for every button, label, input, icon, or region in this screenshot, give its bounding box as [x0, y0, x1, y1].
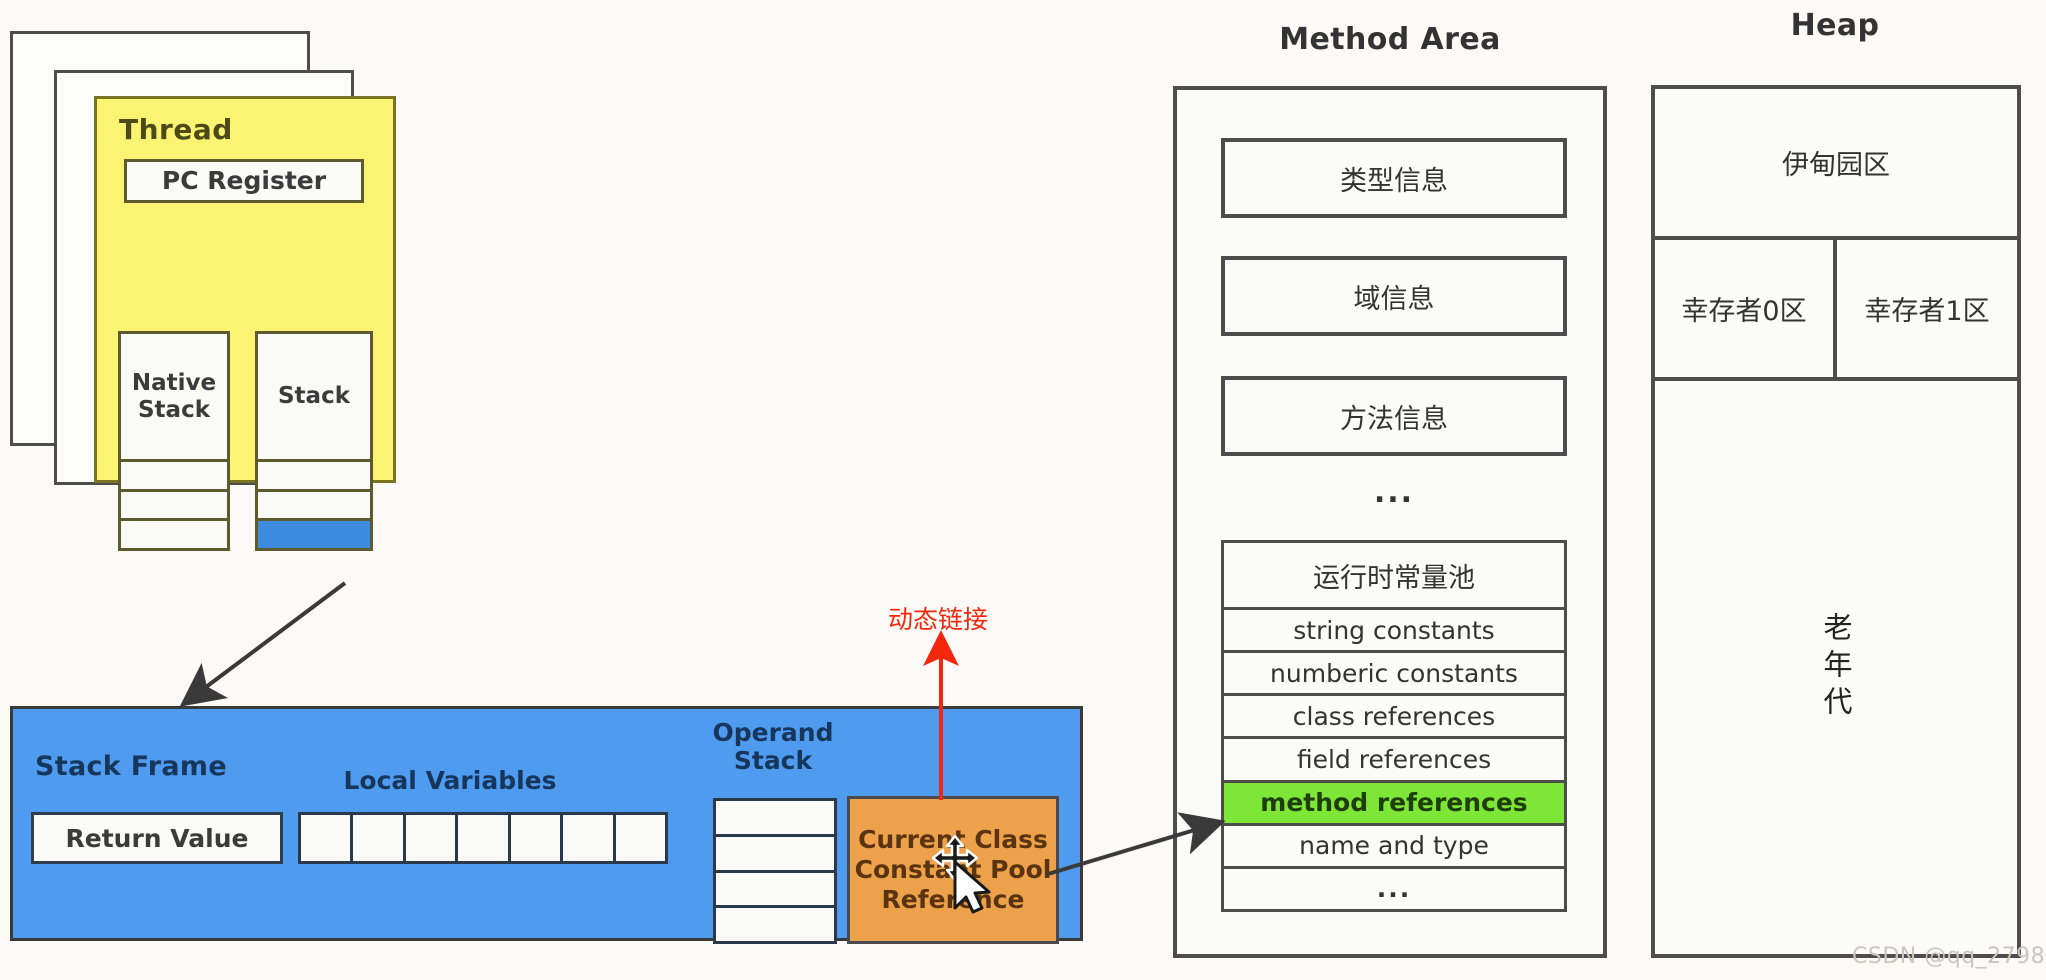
stack-frame-title: Stack Frame: [35, 751, 227, 782]
dynamic-link-annotation: 动态链接: [888, 605, 989, 634]
local-variable-slot: [301, 815, 354, 861]
csdn-watermark: CSDN @qq_27986857: [1852, 944, 2046, 969]
local-variable-slot: [405, 815, 459, 861]
operand-stack-cell: [716, 908, 834, 941]
constant-pool-row-name-and-type: name and type: [1224, 825, 1564, 869]
stack-cell-active: [258, 521, 370, 549]
method-area-item-label: 方法信息: [1340, 403, 1448, 435]
heap-survivor1-label: 幸存者1区: [1864, 296, 1990, 327]
heap-survivor1-cell: 幸存者1区: [1833, 236, 2021, 381]
current-class-constant-pool-reference-box: Current Class Constant Pool Reference: [847, 796, 1059, 944]
method-area-item-type-info: 类型信息: [1221, 138, 1567, 218]
stack-cell: [258, 462, 370, 492]
heap-eden-label: 伊甸园区: [1782, 150, 1890, 181]
method-area-item-field-info: 域信息: [1221, 256, 1567, 336]
local-variable-slot: [563, 815, 616, 861]
constant-pool-row-field-references: field references: [1224, 739, 1564, 783]
operand-stack-cell: [716, 836, 834, 873]
arrow-stack-to-frame: [179, 581, 347, 707]
stack-cell: [258, 491, 370, 522]
constant-pool-row-string-constants: string constants: [1224, 610, 1564, 654]
thread-box: Thread PC Register Native Stack Stack: [94, 96, 396, 551]
method-area-item-label: 域信息: [1353, 283, 1435, 315]
method-area-ellipsis: ...: [1373, 475, 1415, 510]
heap-survivor0-cell: 幸存者0区: [1651, 236, 1837, 381]
method-area-box: 类型信息 域信息 方法信息 ... 运行时常量池 string constant…: [1173, 86, 1607, 958]
pc-register-label: PC Register: [161, 165, 327, 195]
runtime-constant-pool-box: 运行时常量池 string constants numberic constan…: [1221, 540, 1567, 912]
local-variable-slot: [458, 815, 511, 861]
return-value-label: Return Value: [65, 823, 249, 853]
local-variables-slots: [298, 812, 668, 864]
operand-stack-label: Operand Stack: [712, 718, 834, 775]
stack-column: Stack: [255, 331, 373, 551]
stack-frame-box: Stack Frame Return Value Local Variables…: [10, 706, 1083, 944]
native-stack-label: Native Stack: [121, 334, 227, 462]
local-variables-label: Local Variables: [343, 766, 557, 795]
operand-stack-cell: [716, 872, 834, 909]
constant-pool-row-method-references: method references: [1224, 782, 1564, 826]
local-variable-slot: [353, 815, 406, 861]
stack-label: Stack: [258, 334, 370, 462]
constant-pool-row-class-references: class references: [1224, 696, 1564, 740]
local-variable-slot: [510, 815, 564, 861]
constant-pool-row-numberic-constants: numberic constants: [1224, 653, 1564, 697]
operand-stack-column: [713, 798, 837, 944]
method-area-item-method-info: 方法信息: [1221, 376, 1567, 456]
heap-survivor0-label: 幸存者0区: [1681, 296, 1807, 327]
pc-register-box: PC Register: [124, 159, 364, 203]
native-stack-cell: [121, 521, 227, 549]
ccpr-label: Current Class Constant Pool Reference: [854, 825, 1052, 914]
heap-old-generation-cell: 老年代: [1651, 377, 2021, 958]
native-stack-cell: [121, 491, 227, 522]
constant-pool-heading: 运行时常量池: [1224, 543, 1564, 610]
return-value-box: Return Value: [31, 812, 283, 864]
native-stack-cell: [121, 462, 227, 492]
native-stack-column: Native Stack: [118, 331, 230, 551]
method-area-title: Method Area: [1279, 22, 1501, 57]
heap-old-generation-label: 老年代: [1819, 612, 1853, 723]
heap-eden-cell: 伊甸园区: [1651, 85, 2021, 240]
operand-stack-cell: [716, 801, 834, 837]
heap-box: 伊甸园区 幸存者0区 幸存者1区 老年代: [1651, 85, 2021, 958]
heap-title: Heap: [1790, 8, 1880, 43]
thread-title: Thread: [119, 113, 233, 146]
method-area-item-label: 类型信息: [1340, 165, 1448, 197]
constant-pool-row-ellipsis: ...: [1224, 868, 1564, 909]
local-variable-slot: [615, 815, 665, 861]
diagram-canvas: Thread PC Register Native Stack Stack St…: [0, 0, 2046, 980]
